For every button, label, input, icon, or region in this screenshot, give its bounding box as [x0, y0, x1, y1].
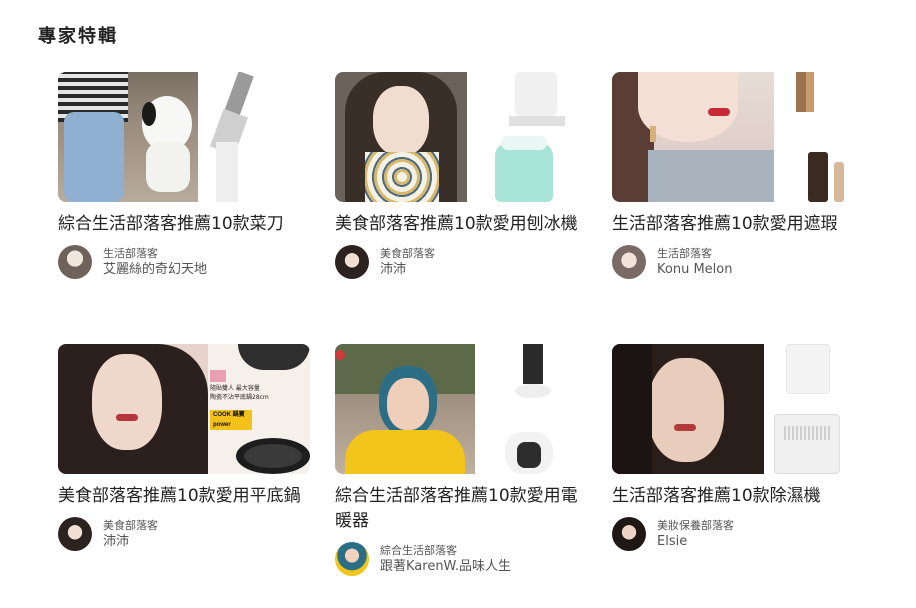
author-avatar[interactable] — [335, 245, 369, 279]
blogger-photo — [612, 72, 774, 202]
article-title[interactable]: 美食部落客推薦10款愛用刨冰機 — [335, 212, 587, 237]
article-title[interactable]: 生活部落客推薦10款愛用遮瑕 — [612, 212, 864, 237]
author-avatar[interactable] — [612, 517, 646, 551]
article-thumbnail[interactable] — [335, 72, 587, 202]
article-card-heater[interactable]: 綜合生活部落客推薦10款愛用電暖器 綜合生活部落客 跟著KarenW.品味人生 — [335, 344, 587, 576]
author-name[interactable]: Konu Melon — [657, 261, 732, 279]
product-image — [475, 344, 587, 474]
product-image — [198, 72, 310, 202]
blogger-photo — [58, 344, 208, 474]
blogger-photo — [612, 344, 764, 474]
blogger-photo — [58, 72, 198, 202]
author-info[interactable]: 美食部落客 沛沛 — [335, 245, 587, 279]
article-card-concealer[interactable]: 生活部落客推薦10款愛用遮瑕 生活部落客 Konu Melon — [612, 72, 864, 279]
article-title[interactable]: 生活部落客推薦10款除濕機 — [612, 484, 864, 509]
article-thumbnail[interactable] — [58, 72, 310, 202]
article-thumbnail[interactable] — [335, 344, 587, 474]
product-image: 隨貼雙人 最大容量 陶瓷不沾平底鍋28cm COOK 鍋寶 power — [208, 344, 310, 474]
author-info[interactable]: 綜合生活部落客 跟著KarenW.品味人生 — [335, 542, 587, 576]
author-avatar[interactable] — [335, 542, 369, 576]
author-avatar[interactable] — [58, 245, 92, 279]
author-role: 生活部落客 — [103, 246, 158, 260]
article-title[interactable]: 綜合生活部落客推薦10款愛用電暖器 — [335, 484, 587, 534]
author-info[interactable]: 生活部落客 艾麗絲的奇幻天地 — [58, 245, 310, 279]
author-avatar[interactable] — [58, 517, 92, 551]
product-image — [764, 344, 864, 474]
article-thumbnail[interactable] — [612, 344, 864, 474]
author-name[interactable]: Elsie — [657, 533, 734, 551]
author-info[interactable]: 生活部落客 Konu Melon — [612, 245, 864, 279]
author-name[interactable]: 艾麗絲的奇幻天地 — [103, 261, 207, 279]
article-card-dehumidifier[interactable]: 生活部落客推薦10款除濕機 美妝保養部落客 Elsie — [612, 344, 864, 551]
author-name[interactable]: 跟著KarenW.品味人生 — [380, 558, 511, 576]
article-thumbnail[interactable]: 隨貼雙人 最大容量 陶瓷不沾平底鍋28cm COOK 鍋寶 power — [58, 344, 310, 474]
author-info[interactable]: 美食部落客 沛沛 — [58, 517, 310, 551]
blogger-photo — [335, 344, 475, 474]
blogger-photo — [335, 72, 467, 202]
author-info[interactable]: 美妝保養部落客 Elsie — [612, 517, 864, 551]
brand-logo: COOK 鍋寶 power — [210, 410, 252, 430]
author-name[interactable]: 沛沛 — [380, 261, 435, 279]
article-card-frying-pan[interactable]: 隨貼雙人 最大容量 陶瓷不沾平底鍋28cm COOK 鍋寶 power 美食部落… — [58, 344, 310, 551]
article-card-knives[interactable]: 綜合生活部落客推薦10款菜刀 生活部落客 艾麗絲的奇幻天地 — [58, 72, 310, 279]
author-role: 生活部落客 — [657, 246, 712, 260]
product-image — [467, 72, 587, 202]
author-role: 美食部落客 — [380, 246, 435, 260]
author-role: 美妝保養部落客 — [657, 518, 734, 532]
author-role: 綜合生活部落客 — [380, 543, 457, 557]
section-title: 專家特輯 — [38, 26, 118, 47]
author-role: 美食部落客 — [103, 518, 158, 532]
product-image — [774, 72, 864, 202]
article-thumbnail[interactable] — [612, 72, 864, 202]
author-name[interactable]: 沛沛 — [103, 533, 158, 551]
article-card-shaved-ice[interactable]: 美食部落客推薦10款愛用刨冰機 美食部落客 沛沛 — [335, 72, 587, 279]
article-title[interactable]: 綜合生活部落客推薦10款菜刀 — [58, 212, 310, 237]
article-title[interactable]: 美食部落客推薦10款愛用平底鍋 — [58, 484, 310, 509]
author-avatar[interactable] — [612, 245, 646, 279]
